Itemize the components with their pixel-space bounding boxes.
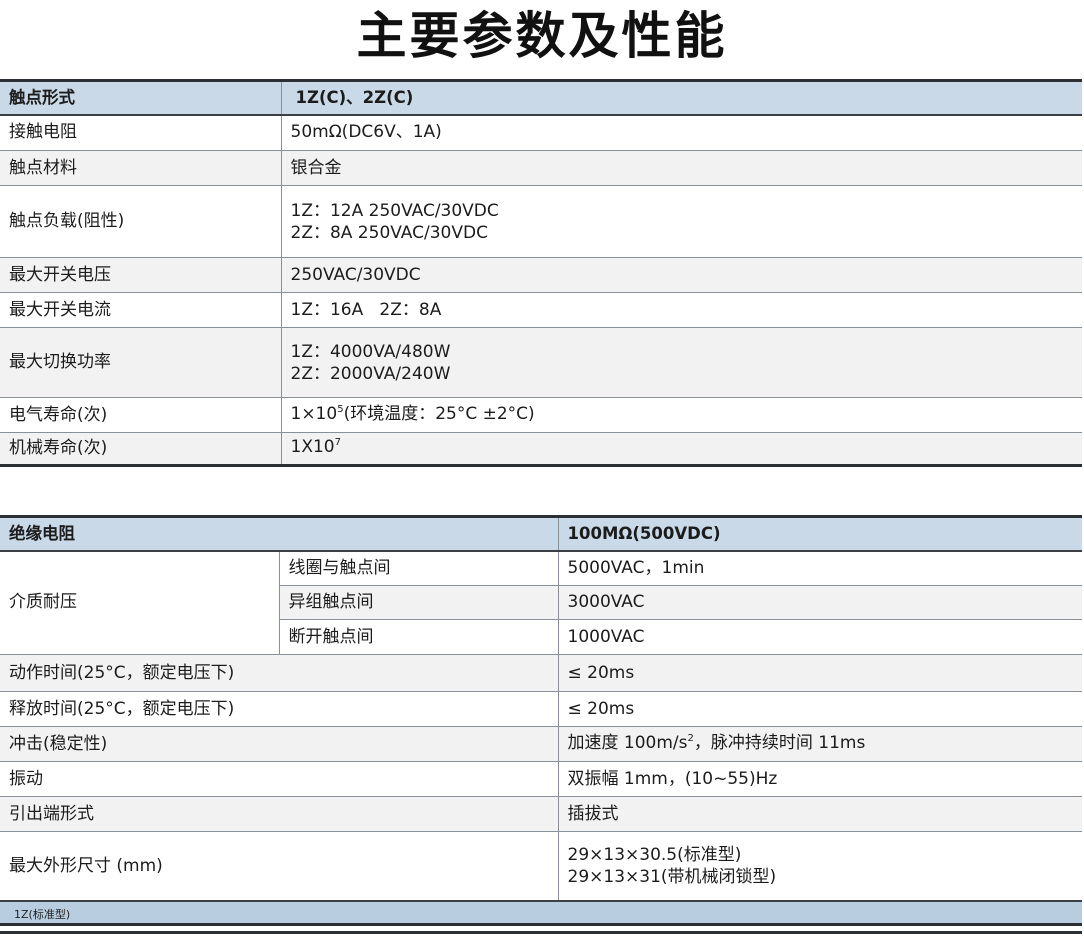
table-row: 最大开关电压 250VAC/30VDC — [0, 257, 1082, 293]
value-exponent: 5 — [337, 403, 344, 415]
table-header-row: 触点形式 1Z(C)、2Z(C) — [0, 80, 1082, 116]
row-label: 最大外形尺寸 (mm) — [0, 831, 559, 901]
row-value: 1Z：4000VA/480W 2Z：2000VA/240W — [281, 327, 1082, 398]
footer-bar: 1Z(标准型) — [0, 900, 1082, 926]
performance-table: 绝缘电阻 100MΩ(500VDC) 介质耐压 线圈与触点间 5000VAC，1… — [0, 515, 1082, 901]
row-value: 加速度 100m/s2，脉冲持续时间 11ms — [558, 726, 1082, 762]
bottom-divider — [0, 931, 1082, 934]
table-row: 介质耐压 线圈与触点间 5000VAC，1min — [0, 550, 1082, 655]
row-value: 1000VAC — [558, 619, 1082, 655]
sub-label: 断开触点间 — [279, 619, 559, 655]
row-value: 3000VAC — [558, 585, 1082, 620]
value-exponent: 2 — [687, 732, 694, 744]
value-line-1: 1Z：4000VA/480W — [290, 341, 451, 362]
value-line-1: 29×13×30.5(标准型) — [567, 845, 742, 866]
table-row: 动作时间(25°C，额定电压下) ≤ 20ms — [0, 654, 1082, 692]
row-label: 冲击(稳定性) — [0, 726, 559, 762]
row-value: 1×105(环境温度：25°C ±2°C) — [281, 397, 1082, 433]
row-value: 29×13×30.5(标准型) 29×13×31(带机械闭锁型) — [558, 831, 1082, 901]
table-row: 引出端形式 插拔式 — [0, 796, 1082, 832]
value-base: 1X10 — [290, 437, 335, 457]
dielectric-label: 介质耐压 — [0, 550, 280, 655]
row-label: 最大开关电流 — [0, 292, 282, 328]
row-value: 5000VAC，1min — [558, 550, 1082, 586]
value-line-2: 2Z：8A 250VAC/30VDC — [290, 222, 488, 243]
table-row: 接触电阻 50mΩ(DC6V、1A) — [0, 114, 1082, 151]
row-label: 最大开关电压 — [0, 257, 282, 293]
row-value: ≤ 20ms — [558, 691, 1082, 727]
row-value: 1Z：12A 250VAC/30VDC 2Z：8A 250VAC/30VDC — [281, 185, 1082, 258]
table-row: 触点材料 银合金 — [0, 150, 1082, 186]
value-note: ，脉冲持续时间 11ms — [693, 732, 866, 753]
row-value: 银合金 — [281, 150, 1082, 186]
row-label: 最大切换功率 — [0, 327, 282, 398]
table-row: 机械寿命(次) 1X107 — [0, 432, 1082, 466]
page-title: 主要参数及性能 — [356, 7, 728, 65]
row-value: 插拔式 — [558, 796, 1082, 832]
row-value: 50mΩ(DC6V、1A) — [281, 114, 1082, 151]
row-value: ≤ 20ms — [558, 654, 1082, 692]
table-row: 振动 双振幅 1mm，(10~55)Hz — [0, 761, 1082, 797]
row-value: 1Z：16A 2Z：8A — [281, 292, 1082, 328]
row-value: 双振幅 1mm，(10~55)Hz — [558, 761, 1082, 797]
table-row: 最大外形尺寸 (mm) 29×13×30.5(标准型) 29×13×31(带机械… — [0, 831, 1082, 901]
table-row: 最大切换功率 1Z：4000VA/480W 2Z：2000VA/240W — [0, 327, 1082, 398]
header-label: 触点形式 — [0, 80, 282, 116]
value-line-2: 29×13×31(带机械闭锁型) — [567, 867, 777, 888]
contact-params-table: 触点形式 1Z(C)、2Z(C) 接触电阻 50mΩ(DC6V、1A) 触点材料… — [0, 79, 1082, 467]
row-label: 接触电阻 — [0, 114, 282, 151]
header-value: 1Z(C)、2Z(C) — [281, 80, 1082, 116]
sub-label: 线圈与触点间 — [279, 550, 559, 586]
table-row: 触点负载(阻性) 1Z：12A 250VAC/30VDC 2Z：8A 250VA… — [0, 185, 1082, 258]
row-label: 释放时间(25°C，额定电压下) — [0, 691, 559, 727]
value-note: (环境温度：25°C ±2°C) — [343, 403, 535, 424]
row-label: 振动 — [0, 761, 559, 797]
value-base: 1×10 — [290, 403, 338, 424]
table-row: 冲击(稳定性) 加速度 100m/s2，脉冲持续时间 11ms — [0, 726, 1082, 762]
row-value: 1X107 — [281, 432, 1082, 466]
value-line-2: 2Z：2000VA/240W — [290, 363, 451, 384]
table-row: 释放时间(25°C，额定电压下) ≤ 20ms — [0, 691, 1082, 727]
sub-label: 异组触点间 — [279, 585, 559, 620]
row-label: 电气寿命(次) — [0, 397, 282, 433]
table-row: 最大开关电流 1Z：16A 2Z：8A — [0, 292, 1082, 328]
value-line-1: 1Z：12A 250VAC/30VDC — [290, 200, 499, 221]
table-header-row: 绝缘电阻 100MΩ(500VDC) — [0, 516, 1082, 552]
table-row: 电气寿命(次) 1×105(环境温度：25°C ±2°C) — [0, 397, 1082, 433]
row-label: 触点负载(阻性) — [0, 185, 282, 258]
row-label: 动作时间(25°C，额定电压下) — [0, 654, 559, 692]
header-label: 绝缘电阻 — [0, 516, 559, 552]
row-label: 机械寿命(次) — [0, 432, 282, 466]
row-label: 触点材料 — [0, 150, 282, 186]
value-exponent: 7 — [334, 437, 341, 448]
row-value: 250VAC/30VDC — [281, 257, 1082, 293]
row-label: 引出端形式 — [0, 796, 559, 832]
value-base: 加速度 100m/s — [567, 732, 688, 753]
header-value: 100MΩ(500VDC) — [558, 516, 1082, 552]
